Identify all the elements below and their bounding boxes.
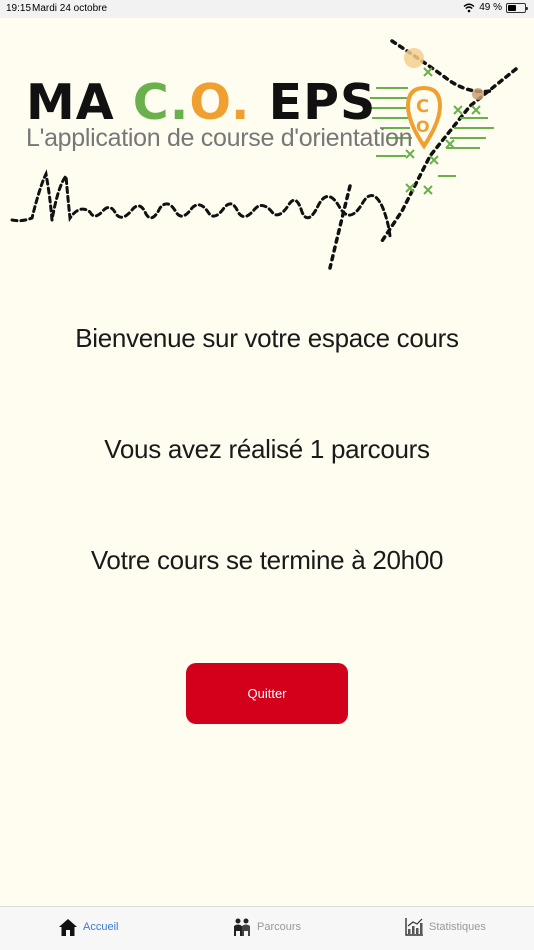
battery-fill xyxy=(508,4,516,11)
logo-title-c: C. xyxy=(132,74,190,131)
logo-title-eps: EPS xyxy=(250,74,377,131)
status-bar: 19:15 Mardi 24 octobre 49 % xyxy=(0,0,534,18)
status-time: 19:15 xyxy=(6,3,32,14)
svg-text:O: O xyxy=(416,117,430,136)
battery-icon xyxy=(506,2,528,13)
status-right: 49 % xyxy=(463,2,528,13)
logo-title-o: O. xyxy=(189,74,251,131)
logo-decoration: C O xyxy=(10,39,518,270)
courses-done-text: Vous avez réalisé 1 parcours xyxy=(104,434,430,464)
tab-parcours[interactable]: Parcours xyxy=(232,917,301,937)
logo-subtitle: L'application de course d'orientation xyxy=(26,124,413,152)
chart-icon xyxy=(405,918,423,936)
logo-title: MA C.O. EPS xyxy=(26,74,376,131)
pin-icon: C O xyxy=(405,85,443,150)
tab-accueil[interactable]: Accueil xyxy=(58,917,118,937)
battery-percent: 49 % xyxy=(479,2,502,13)
tab-statistiques-label: Statistiques xyxy=(429,921,486,933)
app-logo: C O MA C.O. EPS L'application de course … xyxy=(10,36,524,276)
logo-title-ma: MA xyxy=(26,74,133,131)
people-icon xyxy=(234,918,250,936)
tab-accueil-label: Accueil xyxy=(83,921,119,933)
end-time-text: Votre cours se termine à 20h00 xyxy=(90,545,444,575)
tab-bar: Accueil Parcours Statistiques xyxy=(0,906,534,950)
welcome-text: Bienvenue sur votre espace cours xyxy=(75,323,459,353)
quit-button[interactable]: Quitter xyxy=(186,663,348,724)
home-icon xyxy=(59,919,77,936)
wifi-icon xyxy=(463,3,475,12)
svg-text:C: C xyxy=(416,96,429,117)
tab-parcours-label: Parcours xyxy=(257,921,302,933)
status-date: Mardi 24 octobre xyxy=(32,3,108,14)
tab-statistiques[interactable]: Statistiques xyxy=(404,917,486,937)
